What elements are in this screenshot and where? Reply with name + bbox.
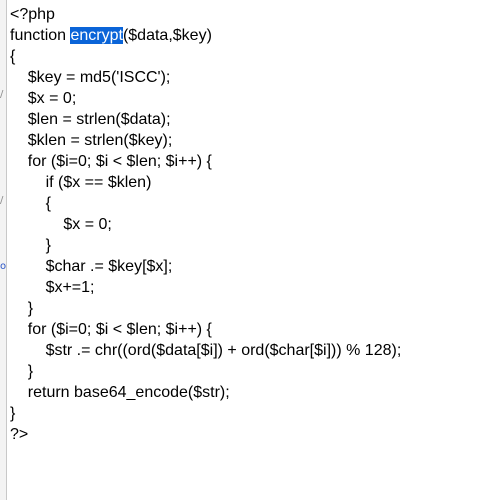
code-line-1: <?php — [10, 6, 55, 23]
selected-text[interactable]: encrypt — [70, 27, 123, 44]
code-line-16: for ($i=0; $i < $len; $i++) { — [10, 321, 212, 338]
code-line-10: { — [10, 195, 51, 212]
code-line-21: ?> — [10, 426, 29, 443]
code-editor[interactable]: <?php function encrypt($data,$key) { $ke… — [10, 4, 500, 494]
gutter-mark: / — [0, 195, 4, 206]
code-line-11: $x = 0; — [10, 216, 112, 233]
code-line-18: } — [10, 363, 34, 380]
code-line-8: for ($i=0; $i < $len; $i++) { — [10, 153, 212, 170]
function-keyword: function — [10, 27, 71, 44]
code-line-12: } — [10, 237, 51, 254]
code-line-9: if ($x == $klen) — [10, 174, 152, 191]
code-line-6: $len = strlen($data); — [10, 111, 171, 128]
code-line-13: $char .= $key[$x]; — [10, 258, 173, 275]
code-line-20: } — [10, 405, 16, 422]
code-line-19: return base64_encode($str); — [10, 384, 230, 401]
code-line-14: $x+=1; — [10, 279, 95, 296]
code-line-15: } — [10, 300, 34, 317]
code-line-7: $klen = strlen($key); — [10, 132, 173, 149]
code-line-2: function encrypt($data,$key) — [10, 25, 500, 46]
code-line-4: $key = md5('ISCC'); — [10, 69, 171, 86]
gutter-mark: / — [0, 89, 4, 100]
code-line-5: $x = 0; — [10, 90, 77, 107]
editor-left-gutter — [0, 0, 7, 500]
gutter-mark: o — [0, 261, 7, 272]
code-line-3: { — [10, 48, 16, 65]
code-line-17: $str .= chr((ord($data[$i]) + ord($char[… — [10, 342, 402, 359]
function-params: ($data,$key) — [122, 27, 212, 44]
